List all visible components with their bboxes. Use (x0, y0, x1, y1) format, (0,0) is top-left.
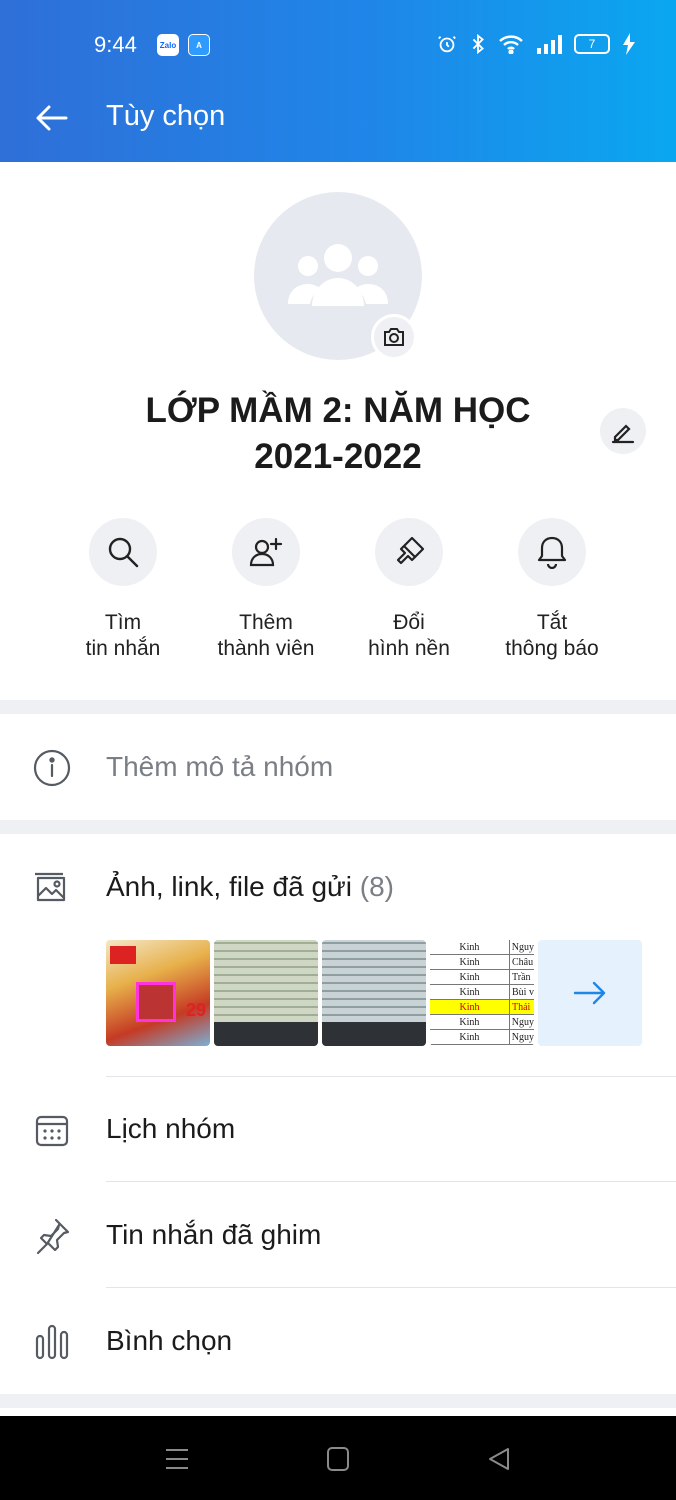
media-row[interactable]: Ảnh, link, file đã gửi (8) (0, 836, 676, 940)
status-bar: 9:44 Zalo A 7 (0, 0, 676, 72)
media-thumbnail[interactable] (322, 940, 426, 1046)
camera-icon (384, 328, 404, 346)
media-count: (8) (359, 871, 394, 902)
row-separator (106, 1076, 676, 1077)
section-divider (0, 1394, 676, 1408)
change-background-button[interactable]: Đổi hình nền (334, 518, 484, 662)
media-thumbnail[interactable] (214, 940, 318, 1046)
description-placeholder: Thêm mô tả nhóm (106, 751, 334, 782)
action-label: Đổi hình nền (368, 611, 450, 660)
paintbrush-icon (375, 518, 443, 586)
poll-row[interactable]: Bình chọn (0, 1290, 676, 1394)
media-thumbnail[interactable]: Kinh Nguy Kinh Châu Kinh Trần Kinh Bùi v Kin… (430, 940, 534, 1046)
section-divider (0, 820, 676, 834)
flag-image (110, 946, 136, 964)
info-icon (33, 749, 71, 787)
home-icon[interactable] (326, 1446, 350, 1472)
pencil-icon (611, 424, 635, 444)
bell-icon (518, 518, 586, 586)
section-divider (0, 700, 676, 714)
group-name: LỚP MẦM 2: NĂM HỌC 2021-2022 (145, 391, 531, 476)
spreadsheet-preview: Kinh Nguy Kinh Châu Kinh Trần Kinh Bùi v Kin… (430, 940, 534, 1046)
battery-indicator: 7 (574, 34, 610, 54)
wifi-icon (499, 35, 523, 54)
row-separator (106, 1287, 676, 1288)
media-thumbnail[interactable]: 29 (106, 940, 210, 1046)
back-triangle-icon[interactable] (486, 1446, 512, 1472)
see-all-media-button[interactable] (538, 940, 642, 1046)
add-user-icon (232, 518, 300, 586)
menu-label: Tin nhắn đã ghim (106, 1219, 322, 1250)
media-label: Ảnh, link, file đã gửi (8) (106, 871, 394, 902)
arrow-right-icon (573, 981, 606, 1005)
mute-notifications-button[interactable]: Tắt thông báo (477, 518, 627, 662)
quick-actions: Tìm tin nhắn Thêm thành viên Đổi hình nền T… (0, 518, 676, 668)
app-notification-icon: A (188, 34, 210, 56)
bluetooth-icon (472, 33, 484, 55)
battery-level: 7 (588, 37, 596, 51)
status-time: 9:44 (94, 32, 137, 57)
page-title: Tùy chọn (106, 100, 226, 132)
signal-icon (537, 35, 562, 54)
gallery-icon (35, 872, 66, 902)
menu-label: Bình chọn (106, 1325, 233, 1356)
add-description-row[interactable]: Thêm mô tả nhóm (0, 716, 676, 820)
action-label: Tắt thông báo (505, 611, 599, 660)
group-icon (288, 244, 388, 306)
search-messages-button[interactable]: Tìm tin nhắn (48, 518, 198, 662)
poster-date: 29 (185, 1000, 206, 1020)
media-thumbnails: 29 Kinh Nguy Kinh Châu Kinh Trần Kinh Bùi v … (106, 940, 642, 1046)
menu-label: Lịch nhóm (106, 1113, 236, 1144)
search-icon (89, 518, 157, 586)
change-avatar-button[interactable] (371, 314, 417, 360)
system-navigation-bar (0, 1416, 676, 1500)
poll-icon (35, 1324, 69, 1360)
group-calendar-row[interactable]: Lịch nhóm (0, 1078, 676, 1182)
add-member-button[interactable]: Thêm thành viên (191, 518, 341, 662)
recents-menu-icon[interactable] (164, 1446, 190, 1472)
pinned-messages-row[interactable]: Tin nhắn đã ghim (0, 1184, 676, 1288)
status-icons: 7 (436, 33, 636, 55)
zalo-notification-icon: Zalo (157, 34, 179, 56)
row-separator (106, 1181, 676, 1182)
action-label: Thêm thành viên (217, 611, 315, 660)
calendar-icon (35, 1115, 69, 1147)
app-bar: Tùy chọn (0, 72, 676, 162)
edit-name-button[interactable] (600, 408, 646, 454)
mausoleum-image (136, 982, 176, 1022)
back-arrow-icon[interactable] (34, 100, 70, 136)
alarm-icon (438, 36, 456, 53)
pin-icon (36, 1218, 70, 1255)
charging-icon (623, 33, 635, 55)
action-label: Tìm tin nhắn (85, 611, 161, 660)
